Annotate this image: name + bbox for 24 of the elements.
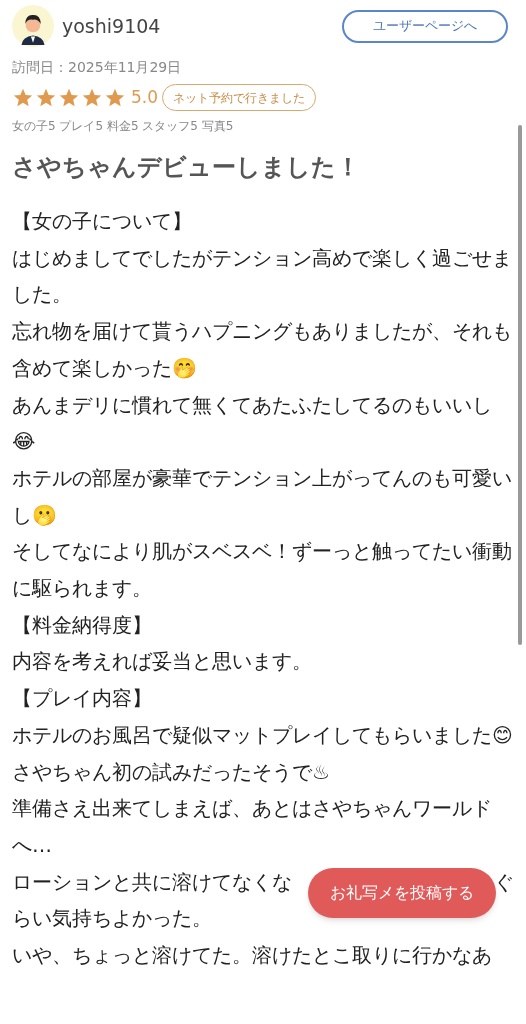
review-text: ホテルのお風呂で疑似マットプレイしてもらいました😊	[12, 721, 513, 749]
review-text: 【女の子について】	[12, 208, 192, 235]
review-text: はじめましてでしたがテンション高めで楽しく過ごせました。	[12, 244, 513, 309]
review-text: さやちゃん初の試みだったそうで♨	[12, 758, 330, 786]
review-text: 【料金納得度】	[12, 611, 152, 639]
review-title: さやちゃんデビューしました！	[12, 152, 361, 183]
user-page-button[interactable]: ユーザーページへ	[342, 9, 508, 43]
review-text: 内容を考えれば妥当と思います。	[12, 648, 312, 676]
review-text: いや、ちょっと溶けてた。溶けたとこ取りに行かなあ	[12, 942, 492, 970]
sub-scores: 女の子5 プレイ5 料金5 スタッフ5 写真5	[12, 118, 235, 135]
review-text: 忘れ物を届けて貰うハプニングもありましたが、それも含めて楽しかった🤭	[12, 318, 513, 382]
visit-date: 訪問日：2025年11月29日	[12, 58, 183, 77]
review-text: ホテルの部屋が豪華でテンション上がってんのも可愛いし🫢	[12, 464, 513, 529]
rating-score: 5.0	[131, 85, 159, 109]
review-text: ぐ	[494, 868, 514, 896]
avatar	[12, 5, 54, 47]
username: yoshi9104	[62, 13, 161, 39]
review-text: 準備さえ出来てしまえば、あとはさやちゃんワールドへ…	[12, 795, 493, 859]
review-text: あんまデリに慣れて無くてあたふたしてるのもいいし😂	[12, 391, 493, 456]
review-text: 【プレイ内容】	[12, 685, 152, 713]
review-text: らい気持ちよかった。	[12, 905, 212, 933]
review-text: ローションと共に溶けてなくな	[12, 868, 292, 896]
review-text: そしてなにより肌がスベスベ！ずーっと触ってたい衝動に駆られます。	[12, 538, 513, 603]
post-photo-button[interactable]: お礼写メを投稿する	[308, 868, 496, 918]
